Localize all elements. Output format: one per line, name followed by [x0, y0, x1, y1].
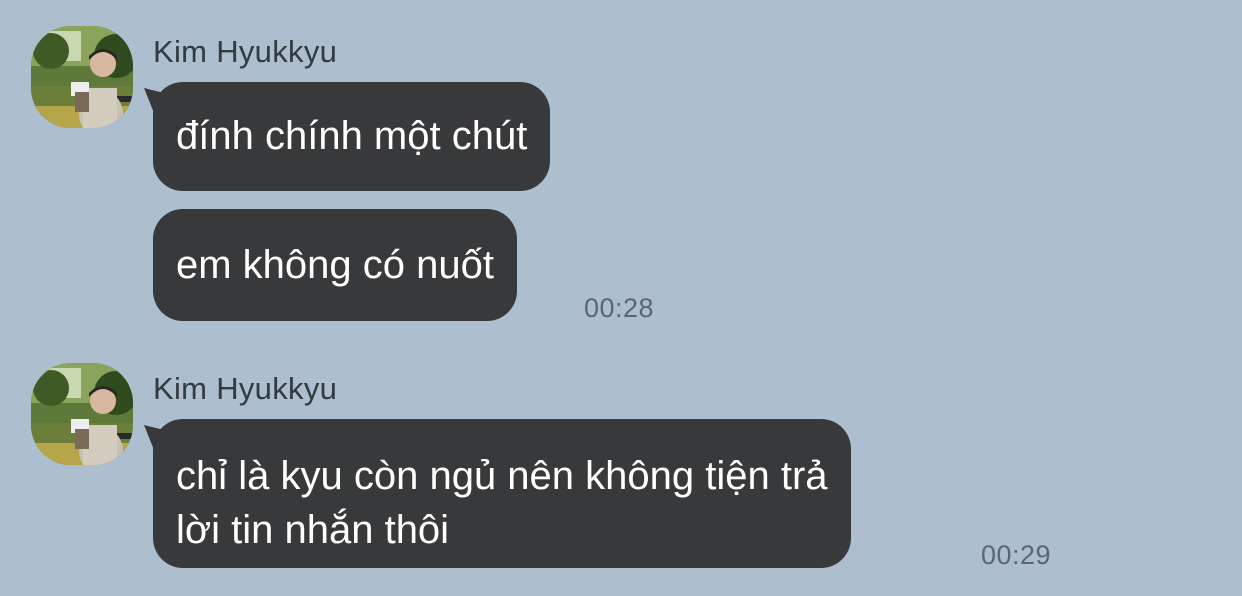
- avatar[interactable]: [31, 26, 133, 128]
- profile-photo-icon: [31, 363, 133, 465]
- sender-name: Kim Hyukkyu: [153, 371, 338, 406]
- timestamp: 00:28: [584, 293, 655, 323]
- message-bubble[interactable]: đính chính một chút: [153, 82, 551, 191]
- message-text: em không có nuốt: [176, 243, 494, 287]
- timestamp: 00:29: [981, 540, 1052, 570]
- sender-name: Kim Hyukkyu: [153, 34, 338, 69]
- message-bubble[interactable]: em không có nuốt: [153, 209, 517, 321]
- message-text: đính chính một chút: [176, 114, 528, 158]
- message-bubble[interactable]: chỉ là kyu còn ngủ nên không tiện trả lờ…: [153, 419, 851, 568]
- message-text-line: lời tin nhắn thôi: [176, 508, 450, 552]
- profile-photo-icon: [31, 26, 133, 128]
- avatar[interactable]: [31, 363, 133, 465]
- message-text-line: chỉ là kyu còn ngủ nên không tiện trả: [176, 454, 828, 498]
